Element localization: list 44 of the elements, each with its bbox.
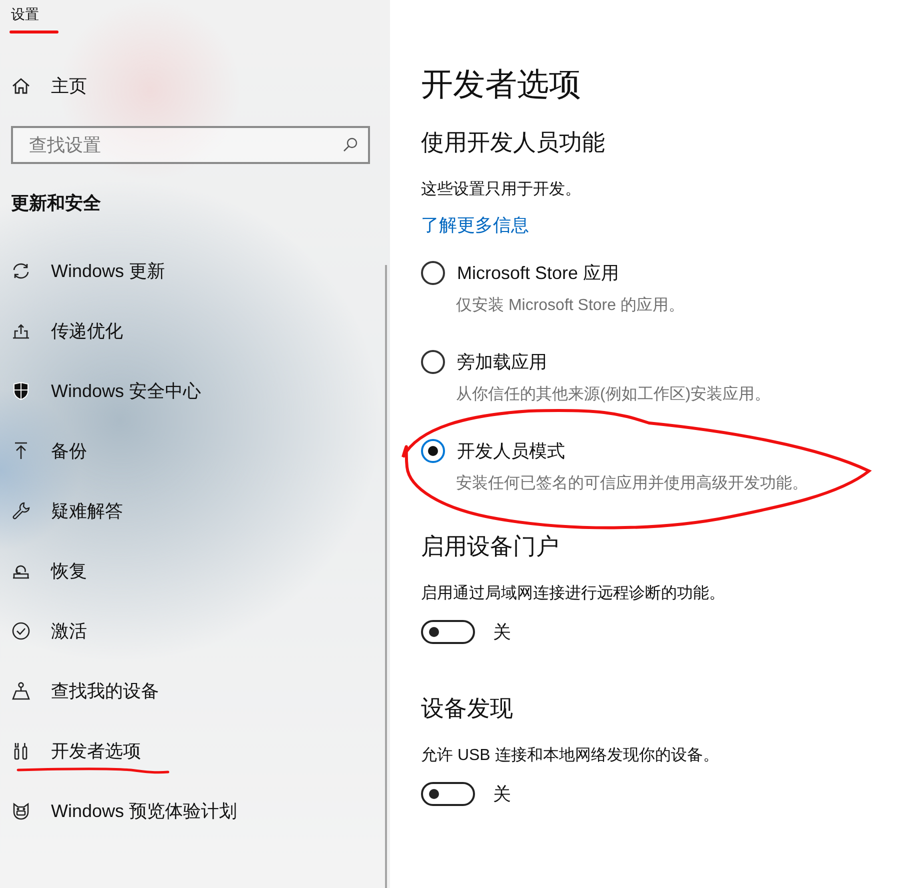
nav-item[interactable]: Windows 安全中心 (11, 361, 390, 421)
radio-label[interactable]: Microsoft Store 应用 (457, 261, 620, 285)
section-heading: 启用设备门户 (421, 532, 560, 561)
section-heading: 使用开发人员功能 (421, 128, 606, 157)
nav-item[interactable]: 开发者选项 (11, 721, 390, 781)
home-nav-item[interactable]: 主页 (11, 56, 390, 116)
search-box[interactable]: 查找设置 (11, 126, 370, 164)
radio-label[interactable]: 旁加载应用 (457, 350, 547, 374)
nav-item[interactable]: 传递优化 (11, 301, 390, 361)
person-icon (11, 681, 31, 701)
nav-item[interactable]: 疑难解答 (11, 481, 390, 541)
home-icon (11, 76, 31, 96)
toggle-switch[interactable] (421, 620, 475, 644)
nav-item[interactable]: 激活 (11, 601, 390, 661)
radio-button[interactable] (421, 261, 445, 285)
page-title: 开发者选项 (421, 65, 582, 104)
radio-label[interactable]: 开发人员模式 (457, 439, 565, 463)
cat-face-icon (11, 801, 31, 821)
check-circle-icon (11, 621, 31, 641)
option-description: 安装任何已签名的可信应用并使用高级开发功能。 (455, 474, 809, 494)
intro-text: 这些设置只用于开发。 (421, 180, 582, 200)
option-description: 仅安装 Microsoft Store 的应用。 (455, 296, 686, 316)
option-description: 从你信任的其他来源(例如工作区)安装应用。 (455, 384, 772, 405)
nav-item[interactable]: 备份 (11, 421, 390, 481)
toggle-switch[interactable] (421, 782, 475, 806)
search-field[interactable]: 查找设置 (27, 134, 342, 156)
nav-item[interactable]: Windows 更新 (11, 241, 390, 301)
learn-more-link[interactable]: 了解更多信息 (421, 213, 529, 237)
sync-icon (11, 261, 31, 281)
radio-button[interactable] (421, 350, 445, 374)
section-heading: 更新和安全 (11, 192, 102, 215)
window-title: 设置 (11, 6, 39, 24)
section-heading: 设备发现 (421, 694, 514, 723)
nav-item[interactable]: Windows 预览体验计划 (11, 781, 390, 841)
wrench-icon (11, 501, 31, 521)
search-icon (342, 137, 358, 153)
shield-icon (11, 381, 31, 401)
toggle-state-label: 关 (493, 621, 511, 644)
setting-description: 启用通过局域网连接进行远程诊断的功能。 (421, 584, 726, 604)
nav-item[interactable]: 恢复 (11, 541, 390, 601)
radio-button[interactable] (421, 439, 445, 463)
toggle-state-label: 关 (493, 783, 511, 806)
nav-item[interactable]: 查找我的设备 (11, 661, 390, 721)
setting-description: 允许 USB 连接和本地网络发现你的设备。 (421, 746, 720, 766)
